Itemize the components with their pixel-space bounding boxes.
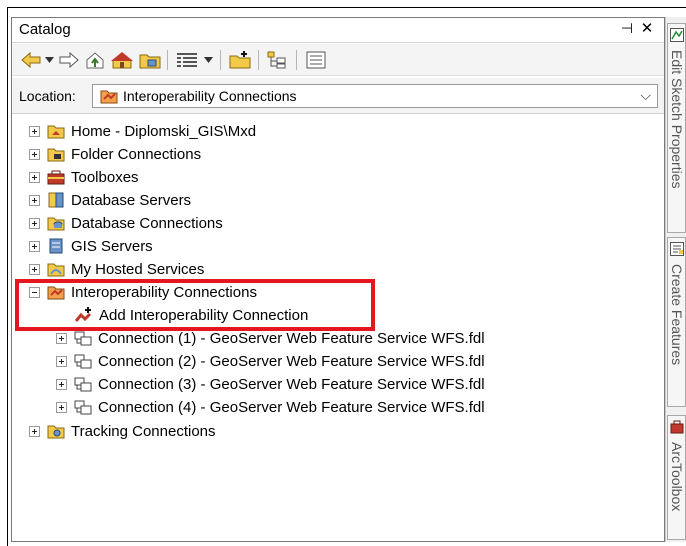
edit-sketch-icon [670, 28, 684, 46]
connect-folder-icon[interactable] [138, 50, 162, 70]
expand-icon[interactable] [56, 332, 67, 344]
dock-sidebar: Edit Sketch Properties Create Features A… [665, 17, 686, 542]
tab-edit-sketch-properties[interactable]: Edit Sketch Properties [667, 23, 686, 233]
view-dropdown-icon[interactable] [202, 50, 214, 70]
expand-icon[interactable] [56, 378, 67, 390]
forward-arrow-icon[interactable] [58, 50, 80, 70]
tree-item-folder-connections[interactable]: Folder Connections [29, 143, 201, 165]
tab-label: ArcToolbox [669, 442, 685, 512]
connection-icon [74, 353, 92, 369]
tree-item-home[interactable]: Home - Diplomski_GIS\Mxd [29, 120, 256, 142]
expand-icon[interactable] [29, 263, 40, 275]
tree-item-tracking-connections[interactable]: Tracking Connections [29, 420, 216, 442]
arctoolbox-icon [670, 420, 684, 438]
back-arrow-icon[interactable] [20, 50, 42, 70]
database-connections-icon [47, 215, 65, 231]
new-item-icon[interactable] [228, 50, 252, 70]
tree-item-database-connections[interactable]: Database Connections [29, 212, 223, 234]
connection-icon [74, 399, 92, 415]
expand-icon[interactable] [29, 125, 40, 137]
tab-create-features[interactable]: Create Features [667, 237, 686, 407]
location-value: Interoperability Connections [123, 88, 297, 104]
hosted-services-icon [47, 261, 65, 277]
folder-connections-icon [47, 146, 65, 162]
create-features-icon [670, 242, 684, 260]
connection-icon [74, 330, 92, 346]
expand-icon[interactable] [29, 148, 40, 160]
database-servers-icon [47, 192, 65, 208]
expand-icon[interactable] [29, 171, 40, 183]
expand-icon[interactable] [29, 217, 40, 229]
tree-view-icon[interactable] [266, 50, 290, 70]
interoperability-icon [100, 88, 118, 108]
tree-item-label: Database Servers [71, 191, 192, 209]
toolboxes-icon [47, 169, 65, 185]
tree-item-gis-servers[interactable]: GIS Servers [29, 235, 153, 257]
tree-item-connection-3[interactable]: Connection (3) - GeoServer Web Feature S… [56, 373, 485, 395]
tree-item-label: Connection (4) - GeoServer Web Feature S… [98, 398, 485, 416]
tree-item-connection-4[interactable]: Connection (4) - GeoServer Web Feature S… [56, 396, 485, 418]
tree-item-connection-2[interactable]: Connection (2) - GeoServer Web Feature S… [56, 350, 485, 372]
up-one-level-icon[interactable] [84, 50, 106, 70]
expand-icon[interactable] [56, 355, 67, 367]
tab-arctoolbox[interactable]: ArcToolbox [667, 415, 686, 540]
location-bar: Location: Interoperability Connections ⌵ [12, 78, 664, 114]
tree-item-label: Connection (1) - GeoServer Web Feature S… [98, 329, 485, 347]
tab-label: Create Features [669, 264, 685, 366]
tree-item-database-servers[interactable]: Database Servers [29, 189, 191, 211]
panel-titlebar: Catalog ⊣ ✕ [12, 18, 664, 43]
tab-label: Edit Sketch Properties [669, 50, 685, 189]
expand-icon[interactable] [29, 240, 40, 252]
expand-icon[interactable] [29, 194, 40, 206]
tree-item-label: Toolboxes [71, 168, 139, 186]
home-icon[interactable] [110, 50, 134, 70]
chevron-down-icon[interactable]: ⌵ [640, 87, 651, 104]
tracking-icon [47, 423, 65, 439]
tree-item-hosted-services[interactable]: My Hosted Services [29, 258, 204, 280]
pin-icon[interactable]: ⊣ [619, 20, 635, 37]
tree-item-label: Connection (3) - GeoServer Web Feature S… [98, 375, 485, 393]
highlight-box [15, 279, 375, 331]
home-folder-icon [47, 123, 65, 139]
gis-servers-icon [47, 238, 65, 254]
tree-item-label: Database Connections [71, 214, 223, 232]
tree-item-label: GIS Servers [71, 237, 153, 255]
tree-item-label: Connection (2) - GeoServer Web Feature S… [98, 352, 485, 370]
options-icon[interactable] [304, 50, 328, 70]
location-combobox[interactable]: Interoperability Connections ⌵ [92, 84, 658, 108]
tree-item-label: Tracking Connections [71, 422, 216, 440]
expand-icon[interactable] [29, 425, 40, 437]
back-dropdown-icon[interactable] [43, 50, 55, 70]
location-label: Location: [19, 88, 76, 104]
connection-icon [74, 376, 92, 392]
tree-item-label: Home - Diplomski_GIS\Mxd [71, 122, 257, 140]
tree-item-toolboxes[interactable]: Toolboxes [29, 166, 139, 188]
close-icon[interactable]: ✕ [639, 19, 655, 37]
catalog-toolbar [12, 44, 664, 76]
tree-item-label: My Hosted Services [71, 260, 205, 278]
expand-icon[interactable] [56, 401, 67, 413]
panel-title: Catalog [19, 21, 71, 38]
tree-item-label: Folder Connections [71, 145, 202, 163]
view-options-icon[interactable] [174, 50, 200, 70]
